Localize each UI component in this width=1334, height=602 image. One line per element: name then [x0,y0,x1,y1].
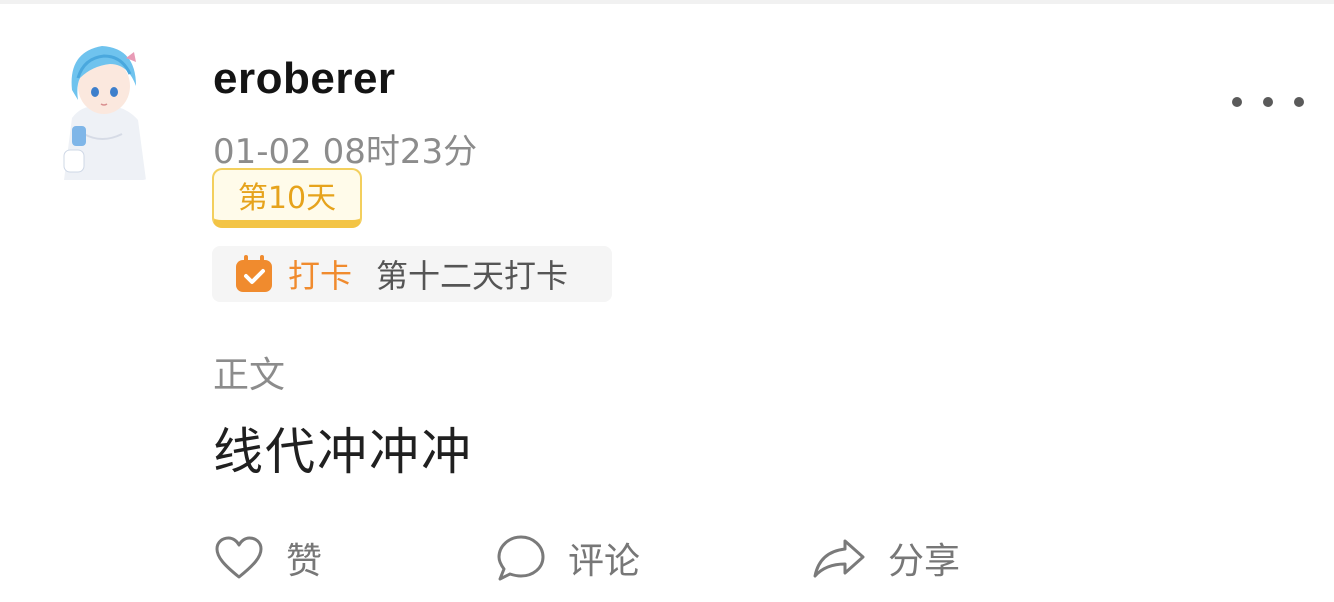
calendar-icon [236,255,272,292]
username[interactable]: eroberer [213,54,396,104]
more-icon-dot [1232,97,1242,107]
top-divider [0,0,1334,4]
post-body-text: 线代冲冲冲 [213,423,473,481]
share-arrow-icon [813,539,865,578]
checkin-description: 第十二天打卡 [376,257,569,295]
more-icon-dot [1294,97,1304,107]
day-badge: 第10天 [212,168,362,228]
body-label: 正文 [213,355,286,396]
post-timestamp: 01-02 08时23分 [213,132,478,172]
comment-bubble-icon [497,535,545,581]
more-icon-dot [1263,97,1273,107]
like-label: 赞 [286,541,323,582]
heart-icon [215,536,263,579]
more-button[interactable] [1232,88,1304,116]
like-button[interactable]: 赞 [214,528,322,588]
share-label: 分享 [888,541,961,582]
checkin-chip[interactable]: 打卡 第十二天打卡 [212,246,612,302]
checkin-tag: 打卡 [288,257,353,295]
comment-button[interactable]: 评论 [496,528,640,588]
comment-label: 评论 [568,541,641,582]
share-button[interactable]: 分享 [812,528,960,588]
avatar[interactable] [54,38,152,180]
avatar-image [54,38,152,180]
